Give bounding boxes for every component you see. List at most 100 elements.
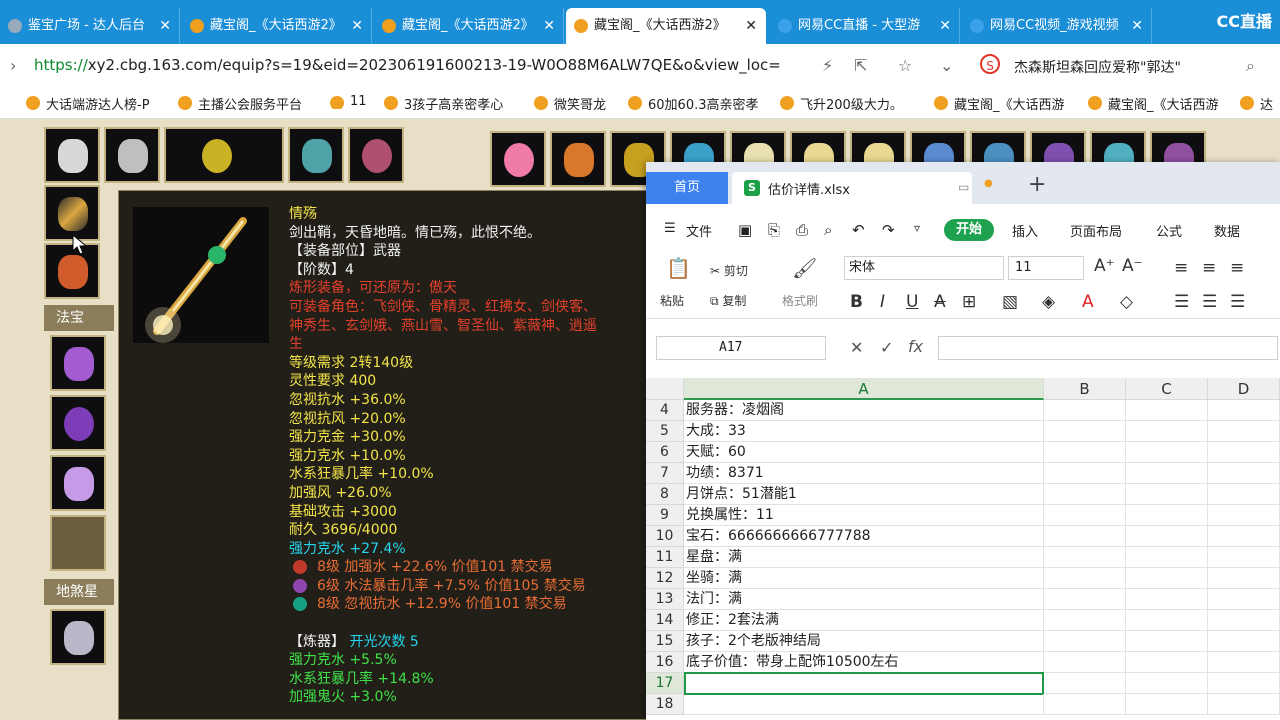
- equip-slot-helmet[interactable]: [288, 127, 344, 183]
- browser-tab[interactable]: 藏宝阁_《大话西游2》 ✕: [182, 8, 372, 44]
- close-icon[interactable]: ✕: [939, 8, 951, 44]
- cell-empty[interactable]: [1044, 568, 1126, 589]
- lightning-icon[interactable]: ⚡: [822, 56, 833, 75]
- align-left-icon[interactable]: ☰: [1174, 292, 1189, 312]
- column-header[interactable]: C: [1126, 378, 1208, 400]
- cell-empty[interactable]: [1208, 400, 1280, 421]
- fabao-slot-2[interactable]: [50, 395, 106, 451]
- browser-tab[interactable]: 鉴宝广场 - 达人后台 ✕: [0, 8, 180, 44]
- close-icon[interactable]: ✕: [745, 8, 757, 44]
- equip-slot-necklace[interactable]: [104, 127, 160, 183]
- bold-button[interactable]: B: [850, 292, 863, 312]
- row-header[interactable]: 17: [646, 673, 684, 694]
- strikethrough-button[interactable]: A: [934, 292, 946, 312]
- cell-empty[interactable]: [1044, 526, 1126, 547]
- fx-icon[interactable]: fx: [908, 337, 923, 356]
- menu-page-layout[interactable]: 页面布局: [1070, 221, 1122, 240]
- cell-empty[interactable]: [1126, 400, 1208, 421]
- bookmark-item[interactable]: 大话端游达人榜-P: [26, 94, 186, 113]
- font-color-icon[interactable]: A: [1082, 292, 1094, 312]
- bookmark-item[interactable]: 藏宝阁_《大话西游: [934, 94, 1098, 113]
- cell-empty[interactable]: [1044, 673, 1126, 694]
- fill-pattern-icon[interactable]: ▧: [1002, 292, 1018, 312]
- align-right-icon[interactable]: ☰: [1230, 292, 1245, 312]
- cell-empty[interactable]: [1044, 463, 1126, 484]
- cell-empty[interactable]: [1208, 673, 1280, 694]
- format-painter-icon[interactable]: 🖌: [792, 256, 817, 280]
- undo-icon[interactable]: ↶: [852, 221, 865, 239]
- row-header[interactable]: 13: [646, 589, 684, 610]
- row-header[interactable]: 9: [646, 505, 684, 526]
- column-header[interactable]: D: [1208, 378, 1280, 400]
- column-header[interactable]: B: [1044, 378, 1126, 400]
- cell-empty[interactable]: [1208, 463, 1280, 484]
- cell-a[interactable]: 大成：33: [684, 421, 1044, 442]
- menu-insert[interactable]: 插入: [1012, 221, 1038, 240]
- cell-empty[interactable]: [1126, 568, 1208, 589]
- cell-a[interactable]: 修正：2套法满: [684, 610, 1044, 631]
- equip-slot-bracelet[interactable]: [348, 127, 404, 183]
- close-icon[interactable]: ✕: [543, 8, 555, 44]
- bookmark-item[interactable]: 达: [1240, 94, 1280, 113]
- row-header[interactable]: 8: [646, 484, 684, 505]
- fill-color-icon[interactable]: ◈: [1042, 292, 1055, 312]
- row-header[interactable]: 5: [646, 421, 684, 442]
- cell-empty[interactable]: [1044, 652, 1126, 673]
- cc-live-logo[interactable]: CC直播: [1217, 8, 1273, 32]
- menu-formula[interactable]: 公式: [1156, 221, 1182, 240]
- row-header[interactable]: 10: [646, 526, 684, 547]
- bookmark-item[interactable]: 藏宝阁_《大话西游: [1088, 94, 1254, 113]
- cell-a[interactable]: 宝石：6666666666777788: [684, 526, 1044, 547]
- increase-font-icon[interactable]: A⁺: [1094, 256, 1115, 276]
- wps-file-tab[interactable]: S 估价详情.xlsx ▭ ●: [732, 172, 993, 204]
- menu-file[interactable]: 文件: [686, 221, 712, 240]
- security-icon[interactable]: ›: [10, 56, 16, 75]
- share-icon[interactable]: ⇱: [854, 56, 867, 75]
- cell-empty[interactable]: [1044, 610, 1126, 631]
- row-header[interactable]: 7: [646, 463, 684, 484]
- cell-empty[interactable]: [1126, 421, 1208, 442]
- align-top-icon[interactable]: ≡: [1174, 258, 1188, 278]
- wps-home-tab[interactable]: 首页: [646, 172, 728, 204]
- cell-empty[interactable]: [1044, 589, 1126, 610]
- inventory-slot-1[interactable]: [490, 131, 546, 187]
- cell-empty[interactable]: [1208, 484, 1280, 505]
- font-name-select[interactable]: 宋体: [844, 256, 1004, 280]
- cell-a[interactable]: 功绩：8371: [684, 463, 1044, 484]
- cell-empty[interactable]: [1126, 610, 1208, 631]
- cell-empty[interactable]: [1208, 505, 1280, 526]
- search-icon[interactable]: ⌕: [1246, 56, 1255, 76]
- quick-access-chevron-icon[interactable]: ▿: [914, 221, 920, 235]
- equip-slot-armor[interactable]: [44, 127, 100, 183]
- cell-empty[interactable]: [1126, 442, 1208, 463]
- cell-empty[interactable]: [1126, 589, 1208, 610]
- print-icon[interactable]: ⎙: [796, 221, 808, 239]
- border-icon[interactable]: ⊞: [962, 292, 976, 312]
- fabao-slot-1[interactable]: [50, 335, 106, 391]
- close-icon[interactable]: ✕: [159, 8, 171, 44]
- active-cell-cursor[interactable]: [684, 672, 1044, 695]
- equip-slot-ring[interactable]: [164, 127, 284, 183]
- copy-button[interactable]: ⧉ 复制: [710, 292, 746, 309]
- bookmark-item[interactable]: 11: [330, 94, 390, 109]
- cell-empty[interactable]: [1208, 631, 1280, 652]
- confirm-icon[interactable]: ✓: [880, 338, 893, 357]
- bookmark-item[interactable]: 飞升200级大力。: [780, 94, 942, 113]
- row-header[interactable]: 6: [646, 442, 684, 463]
- bookmark-item[interactable]: 60加60.3高亲密孝: [628, 94, 788, 113]
- cell-empty[interactable]: [1208, 547, 1280, 568]
- cell-a[interactable]: 天赋：60: [684, 442, 1044, 463]
- cell-a[interactable]: 星盘：满: [684, 547, 1044, 568]
- bookmark-item[interactable]: 微笑哥龙: [534, 94, 636, 113]
- cell-empty[interactable]: [1044, 631, 1126, 652]
- browser-tab[interactable]: 藏宝阁_《大话西游2》 ✕: [566, 8, 766, 44]
- close-icon[interactable]: ✕: [1131, 8, 1143, 44]
- redo-icon[interactable]: ↷: [882, 221, 895, 239]
- cell-empty[interactable]: [1126, 463, 1208, 484]
- font-size-select[interactable]: 11: [1008, 256, 1084, 280]
- row-header[interactable]: 12: [646, 568, 684, 589]
- formula-input[interactable]: [938, 336, 1278, 360]
- row-header[interactable]: 15: [646, 631, 684, 652]
- cell-empty[interactable]: [1044, 442, 1126, 463]
- cell-empty[interactable]: [1126, 547, 1208, 568]
